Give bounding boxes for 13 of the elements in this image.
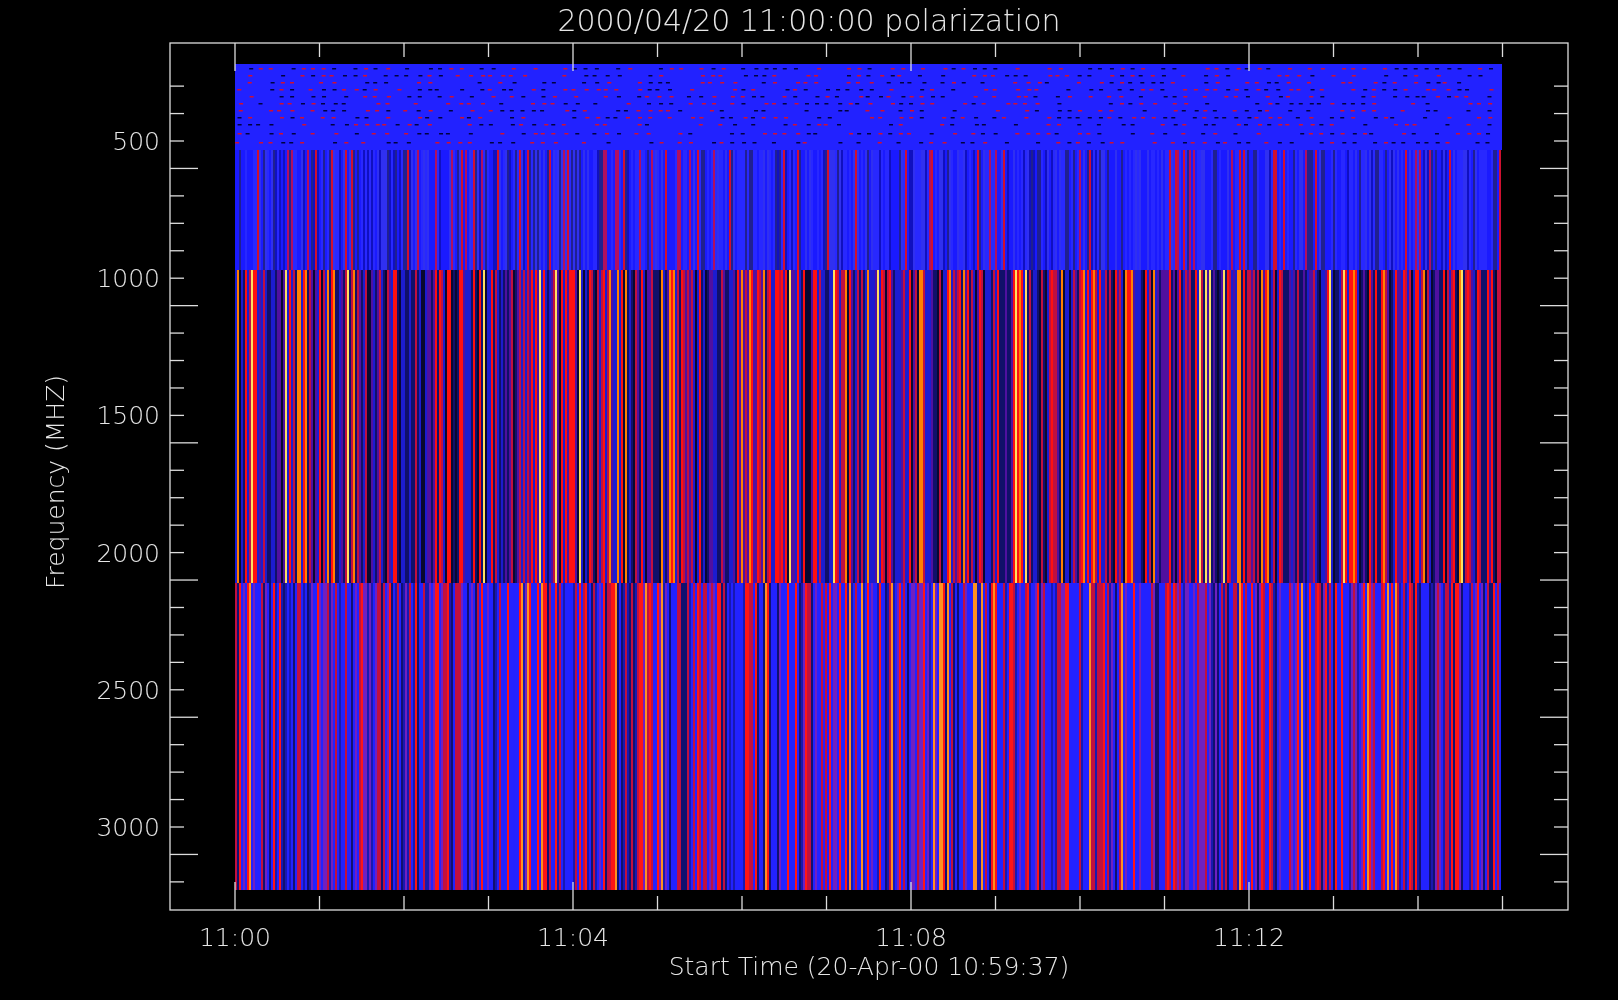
x-axis-label: Start Time (20-Apr-00 10:59:37)	[668, 952, 1070, 981]
plot-title: 2000/04/20 11:00:00 polarization	[557, 3, 1061, 38]
x-tick-label: 11:12	[1213, 923, 1285, 952]
y-tick-label: 500	[112, 127, 160, 156]
y-tick-label: 3000	[96, 813, 160, 842]
y-tick-label: 2000	[96, 538, 160, 568]
y-tick-label: 2500	[96, 675, 160, 705]
y-tick-label: 1000	[96, 264, 160, 294]
x-tick-label: 11:04	[537, 923, 609, 952]
x-tick-label: 11:00	[199, 923, 271, 952]
y-tick-label: 1500	[96, 401, 160, 431]
y-axis-label: Frequency (MHZ)	[41, 374, 70, 590]
x-tick-label: 11:08	[875, 923, 947, 952]
